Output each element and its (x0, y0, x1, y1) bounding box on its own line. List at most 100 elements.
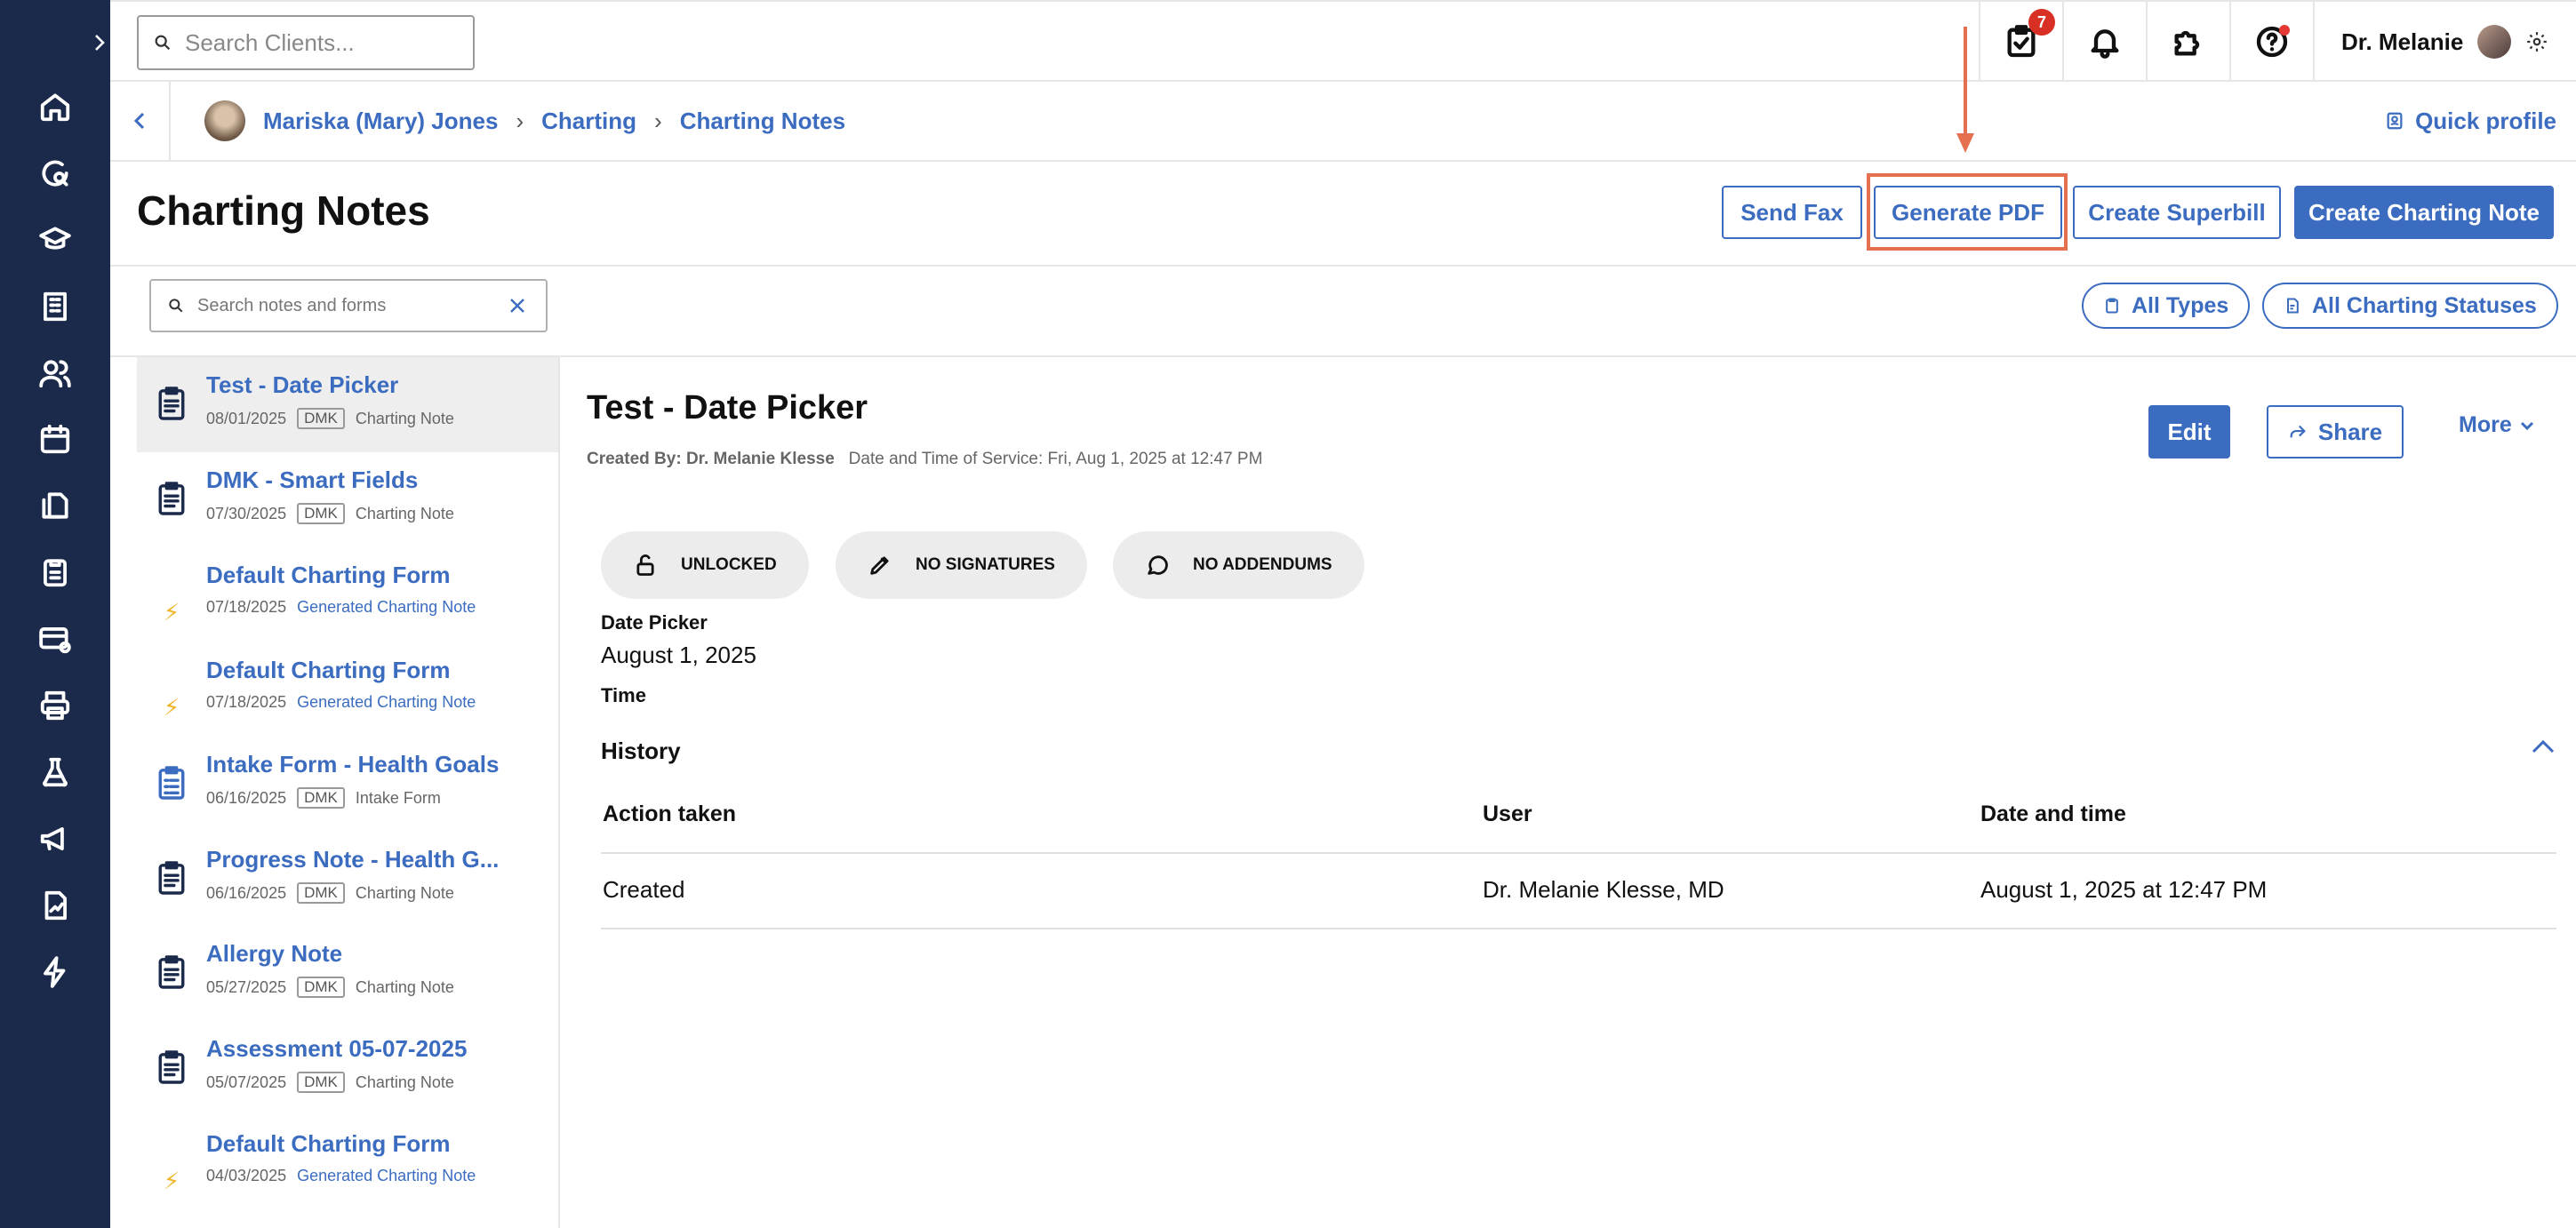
note-title: Default Charting Form (206, 657, 451, 683)
note-type: Generated Charting Note (297, 1167, 476, 1184)
pencil-icon (870, 556, 889, 575)
breadcrumb-charting[interactable]: Charting (541, 108, 636, 135)
clients-icon[interactable] (34, 352, 76, 395)
user-avatar (2477, 25, 2512, 59)
create-charting-note-button[interactable]: Create Charting Note (2294, 186, 2554, 239)
addendums-label: NO ADDENDUMS (1193, 555, 1332, 574)
list-item[interactable]: Allergy Note 05/27/2025 DMK Charting Note (137, 926, 558, 1021)
note-title: Default Charting Form (206, 1130, 451, 1157)
unlocked-label: UNLOCKED (681, 555, 777, 574)
page-title: Charting Notes (137, 187, 430, 234)
note-tag: DMK (297, 977, 345, 998)
megaphone-icon[interactable] (34, 817, 76, 860)
chat-search-icon[interactable] (34, 152, 76, 195)
calendar-icon[interactable] (34, 418, 76, 460)
share-icon (2290, 425, 2306, 438)
all-charting-statuses-label: All Charting Statuses (2312, 292, 2537, 318)
history-col-user: User (1483, 801, 1532, 826)
list-item[interactable]: Progress Note - Health G... 06/16/2025 DM… (137, 832, 558, 927)
share-label: Share (2317, 418, 2383, 445)
printer-icon[interactable] (34, 684, 76, 727)
note-date: 06/16/2025 (206, 788, 287, 807)
clipboard-icon[interactable] (34, 551, 76, 594)
list-item[interactable]: Intake Form - Health Goals 06/16/2025 DMK… (137, 737, 558, 832)
reports-icon[interactable] (34, 884, 76, 927)
help-alert-dot (2279, 25, 2290, 36)
clipboard-note-icon (158, 387, 185, 420)
date-picker-label: Date Picker (601, 611, 708, 634)
clear-search-icon[interactable] (507, 295, 528, 316)
notes-search-input[interactable]: Search notes and forms (149, 279, 548, 332)
documents-icon[interactable] (34, 484, 76, 527)
list-item[interactable]: ⚡ Default Charting Form 07/18/2025 Genera… (137, 642, 558, 738)
more-label: More (2459, 412, 2512, 437)
share-button[interactable]: Share (2267, 405, 2404, 459)
all-types-filter[interactable]: All Types (2082, 283, 2251, 329)
note-tag: DMK (297, 503, 345, 524)
settings-gear-icon[interactable] (2525, 30, 2548, 53)
service-label: Date and Time of Service: (848, 450, 1044, 468)
note-type: Charting Note (355, 977, 454, 996)
clipboard-note-icon (158, 861, 185, 895)
note-date: 07/18/2025 (206, 598, 287, 616)
annotation-arrow-icon (1956, 27, 1974, 153)
list-item[interactable]: ⚡ Default Charting Form 04/03/2025 Genera… (137, 1116, 558, 1211)
note-date: 04/03/2025 (206, 1167, 287, 1184)
list-item[interactable]: Assessment 05-07-2025 05/07/2025 DMK Chart… (137, 1021, 558, 1116)
lightning-icon: ⚡ (163, 694, 180, 721)
note-type: Charting Note (355, 883, 454, 902)
note-date: 05/07/2025 (206, 1073, 287, 1091)
edit-button[interactable]: Edit (2148, 405, 2230, 459)
note-type: Generated Charting Note (297, 598, 476, 616)
automation-bolt-icon[interactable] (34, 951, 76, 993)
help-button[interactable] (2229, 2, 2313, 82)
all-charting-statuses-filter[interactable]: All Charting Statuses (2262, 283, 2558, 329)
note-date: 07/30/2025 (206, 504, 287, 522)
page-header: Charting Notes Send Fax Generate PDF Cre… (110, 162, 2576, 267)
lab-flask-icon[interactable] (34, 751, 76, 793)
send-fax-button[interactable]: Send Fax (1722, 186, 1862, 239)
search-icon (155, 35, 171, 51)
list-item[interactable]: Test - Date Picker 08/01/2025 DMK Charting… (137, 357, 558, 452)
breadcrumb-bar: Mariska (Mary) Jones › Charting › Charti… (110, 82, 2576, 162)
all-types-label: All Types (2132, 292, 2229, 318)
expand-rail-icon[interactable] (89, 27, 110, 59)
quick-profile-link[interactable]: Quick profile (2385, 82, 2556, 160)
client-search-input[interactable]: Search Clients... (137, 15, 475, 70)
profile-card-icon (2387, 112, 2403, 130)
integrations-button[interactable] (2146, 2, 2229, 82)
history-col-action: Action taken (603, 801, 737, 826)
back-button[interactable] (110, 82, 171, 160)
breadcrumb-charting-notes[interactable]: Charting Notes (680, 108, 845, 135)
note-date: 08/01/2025 (206, 409, 287, 427)
note-type: Charting Note (355, 504, 454, 522)
note-date: 05/27/2025 (206, 977, 287, 996)
note-title: Test - Date Picker (206, 371, 399, 398)
signatures-label: NO SIGNATURES (916, 555, 1055, 574)
breadcrumb: Mariska (Mary) Jones › Charting › Charti… (204, 82, 845, 160)
note-date: 07/18/2025 (206, 693, 287, 711)
history-row-datetime: August 1, 2025 at 12:47 PM (1980, 876, 2268, 903)
note-tag: DMK (297, 882, 345, 904)
user-name: Dr. Melanie (2341, 28, 2464, 55)
building-icon[interactable] (34, 285, 76, 328)
graduation-cap-icon[interactable] (34, 219, 76, 261)
notifications-button[interactable] (2062, 2, 2146, 82)
date-picker-value: August 1, 2025 (601, 642, 756, 668)
create-superbill-button[interactable]: Create Superbill (2073, 186, 2281, 239)
notes-search-placeholder: Search notes and forms (197, 295, 387, 315)
list-item[interactable]: ⚡ Default Charting Form 07/18/2025 Genera… (137, 547, 558, 642)
bell-icon (2091, 29, 2119, 59)
billing-icon[interactable] (34, 618, 76, 660)
tasks-button[interactable]: 7 (1979, 2, 2062, 82)
clipboard-note-icon (158, 1050, 185, 1084)
search-icon (169, 299, 183, 313)
home-icon[interactable] (34, 85, 76, 128)
collapse-history-icon[interactable] (2530, 738, 2556, 755)
created-by-label: Created By: (587, 450, 682, 468)
user-menu[interactable]: Dr. Melanie (2313, 2, 2576, 82)
generate-pdf-highlight (1867, 173, 2068, 251)
breadcrumb-client[interactable]: Mariska (Mary) Jones (263, 108, 498, 135)
list-item[interactable]: DMK - Smart Fields 07/30/2025 DMK Charting… (137, 452, 558, 547)
more-menu-button[interactable]: More (2459, 412, 2535, 438)
